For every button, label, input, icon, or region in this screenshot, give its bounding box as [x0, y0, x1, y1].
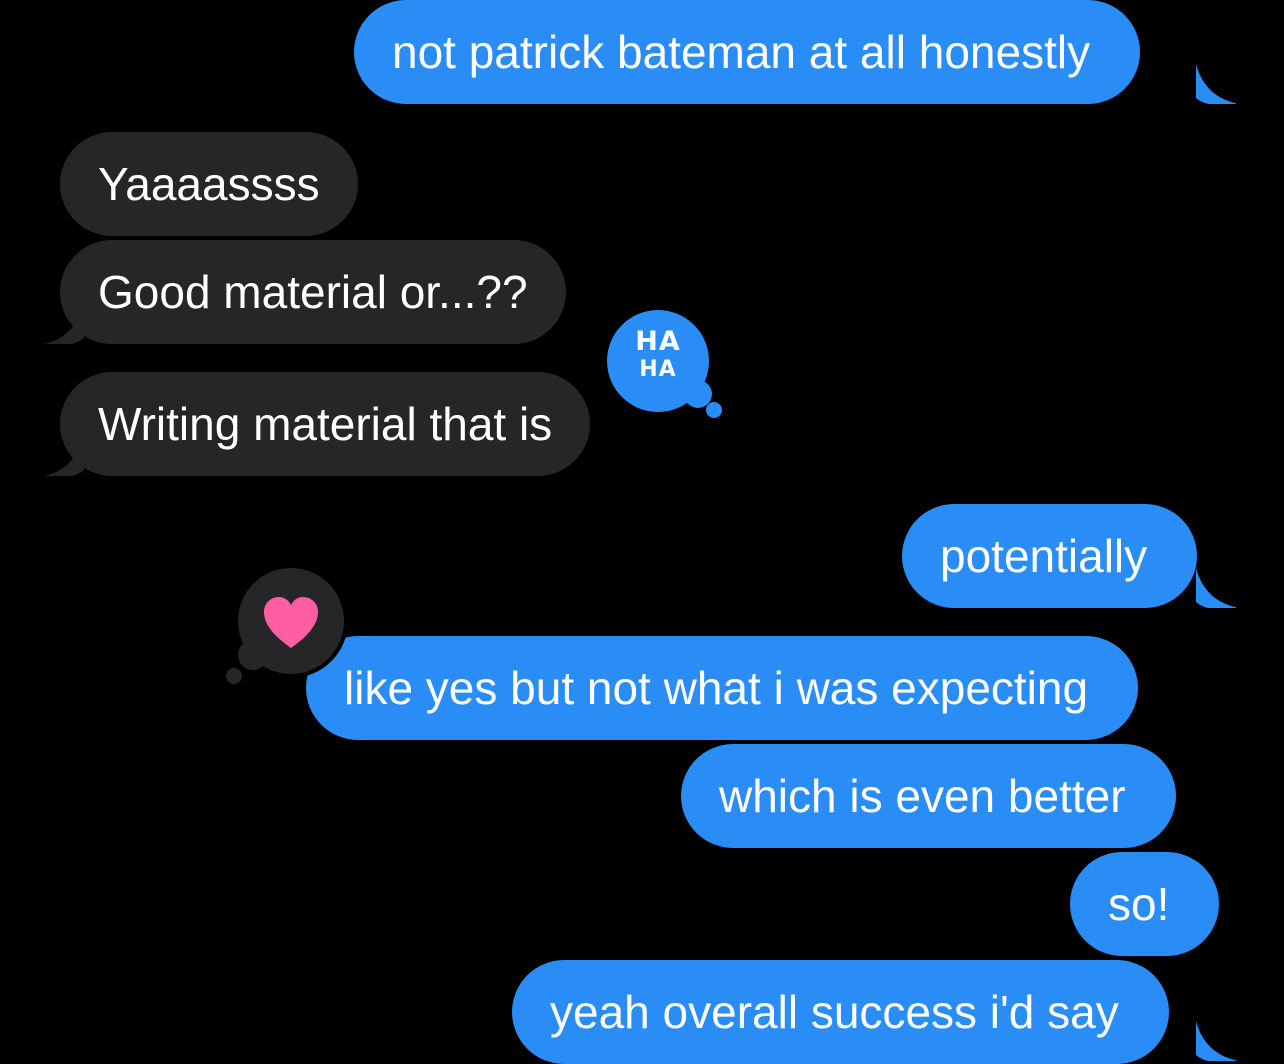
message-text: yeah overall success i'd say — [550, 986, 1119, 1038]
bubble-tail-outgoing — [1196, 1021, 1236, 1061]
bubble-tail-incoming — [44, 304, 84, 344]
message-text: like yes but not what i was expecting — [344, 662, 1089, 714]
message-text: Writing material that is — [98, 398, 553, 450]
haha-icon: HA HA — [635, 326, 681, 383]
bubble-tail-incoming — [44, 436, 84, 476]
message-bubble-outgoing[interactable]: potentially — [902, 504, 1198, 608]
message-bubble-outgoing[interactable]: which is even better — [681, 744, 1176, 848]
message-bubble-outgoing[interactable]: yeah overall success i'd say — [512, 960, 1169, 1064]
message-text: Good material or...?? — [98, 266, 528, 318]
message-text: potentially — [940, 530, 1148, 582]
message-text: which is even better — [719, 770, 1126, 822]
message-bubble-outgoing[interactable]: not patrick bateman at all honestly — [354, 0, 1141, 104]
message-bubble-outgoing[interactable]: so! — [1070, 852, 1220, 956]
tapback-tail-dot — [238, 640, 268, 670]
bubble-tail-outgoing — [1196, 568, 1236, 608]
message-bubble-outgoing[interactable]: like yes but not what i was expecting — [306, 636, 1139, 740]
message-bubble-incoming[interactable]: Yaaaassss — [60, 132, 358, 236]
bubble-tail-outgoing — [1196, 64, 1236, 104]
message-bubble-incoming[interactable]: Good material or...?? — [60, 240, 566, 344]
message-text: so! — [1108, 878, 1170, 930]
message-text: Yaaaassss — [98, 158, 320, 210]
tapback-tail-dot — [706, 402, 722, 418]
message-text: not patrick bateman at all honestly — [392, 26, 1091, 78]
tapback-tail-dot — [226, 668, 242, 684]
message-bubble-incoming[interactable]: Writing material that is — [60, 372, 591, 476]
